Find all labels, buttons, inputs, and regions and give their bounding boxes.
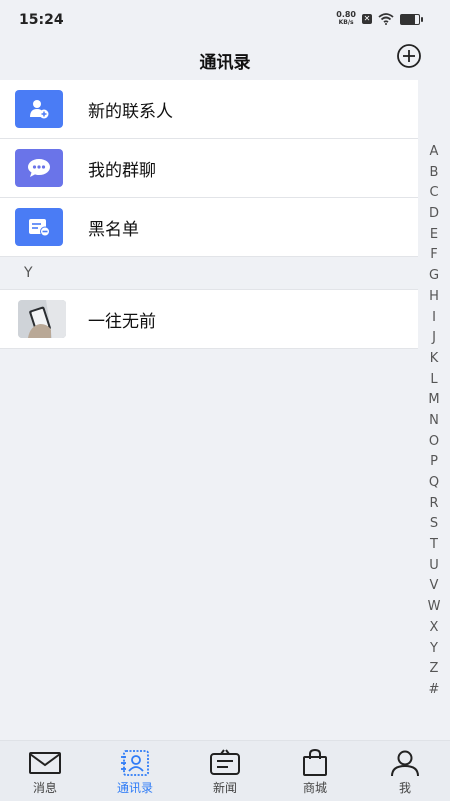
tab-me-label: 我 xyxy=(398,781,411,795)
tab-contacts-label: 通讯录 xyxy=(116,781,153,795)
alphabet-index-letter[interactable]: G xyxy=(429,266,439,287)
alphabet-index-letter[interactable]: J xyxy=(432,328,436,349)
alphabet-index-letter[interactable]: L xyxy=(430,370,437,391)
alphabet-index-letter[interactable]: N xyxy=(429,411,439,432)
page-title: 通讯录 xyxy=(199,53,251,73)
alphabet-index-letter[interactable]: X xyxy=(430,618,439,639)
alphabet-index[interactable]: A B C D E F G H I J K L M N O P Q R S T U V W X Y Z # xyxy=(424,142,444,701)
wifi-icon xyxy=(378,13,394,25)
new-contacts-item[interactable]: 新的联系人 xyxy=(0,80,418,139)
status-time: 15:24 xyxy=(19,12,64,28)
alphabet-index-letter[interactable]: U xyxy=(429,556,439,577)
tab-contacts[interactable]: 通讯录 xyxy=(90,741,180,801)
contact-row[interactable]: 一往无前 xyxy=(0,290,418,349)
my-group-chats-item[interactable]: 我的群聊 xyxy=(0,139,418,198)
header: 通讯录 xyxy=(0,40,450,80)
alphabet-index-letter[interactable]: T xyxy=(430,535,438,556)
envelope-icon xyxy=(29,752,61,774)
contact-name: 一往无前 xyxy=(88,311,156,332)
tab-news-label: 新闻 xyxy=(212,781,237,795)
tab-messages[interactable]: 消息 xyxy=(0,741,90,801)
section-header-y: Y xyxy=(0,257,418,290)
alphabet-index-letter[interactable]: S xyxy=(430,514,438,535)
alphabet-index-letter[interactable]: V xyxy=(430,576,439,597)
network-speed: 0.80 KB/s xyxy=(336,11,356,27)
contact-avatar xyxy=(18,300,66,338)
alphabet-index-letter[interactable]: P xyxy=(430,452,438,473)
blacklist-item[interactable]: 黑名单 xyxy=(0,198,418,257)
alphabet-index-letter[interactable]: K xyxy=(430,349,439,370)
alphabet-index-letter[interactable]: H xyxy=(429,287,439,308)
alphabet-index-letter[interactable]: M xyxy=(428,390,439,411)
status-icons: 0.80 KB/s ✕ xyxy=(336,9,423,29)
contacts-icon xyxy=(121,750,149,776)
alphabet-index-letter[interactable]: # xyxy=(429,680,440,701)
blacklist-label: 黑名单 xyxy=(88,219,139,240)
alphabet-index-letter[interactable]: F xyxy=(430,245,437,266)
tab-bar: 消息 通讯录 新闻 商城 我 xyxy=(0,740,450,801)
alphabet-index-letter[interactable]: B xyxy=(430,163,439,184)
alphabet-index-letter[interactable]: C xyxy=(429,183,438,204)
battery-fill xyxy=(401,14,415,24)
contacts-list: 新的联系人 我的群聊 黑名单 Y 一往无前 xyxy=(0,80,418,349)
blacklist-card-icon xyxy=(15,208,63,246)
alphabet-index-letter[interactable]: E xyxy=(430,225,438,246)
alphabet-index-letter[interactable]: R xyxy=(429,494,438,515)
network-speed-value: 0.80 xyxy=(336,10,356,19)
plus-circle-icon[interactable] xyxy=(396,43,422,69)
my-group-chats-label: 我的群聊 xyxy=(88,160,156,181)
no-sim-icon: ✕ xyxy=(362,14,372,24)
alphabet-index-letter[interactable]: Z xyxy=(430,659,439,680)
tab-store-label: 商城 xyxy=(302,781,327,795)
tab-messages-label: 消息 xyxy=(32,781,57,795)
news-icon xyxy=(210,749,240,775)
alphabet-index-letter[interactable]: O xyxy=(429,432,439,453)
chat-bubble-icon xyxy=(15,149,63,187)
network-speed-unit: KB/s xyxy=(338,19,354,26)
new-contacts-label: 新的联系人 xyxy=(88,101,173,122)
tab-news[interactable]: 新闻 xyxy=(180,741,270,801)
alphabet-index-letter[interactable]: Q xyxy=(429,473,439,494)
shopping-bag-icon xyxy=(303,749,327,776)
alphabet-index-letter[interactable]: W xyxy=(428,597,441,618)
alphabet-index-letter[interactable]: A xyxy=(430,142,439,163)
alphabet-index-letter[interactable]: Y xyxy=(430,639,438,660)
battery-icon xyxy=(400,13,423,25)
tab-me[interactable]: 我 xyxy=(360,741,450,801)
alphabet-index-letter[interactable]: I xyxy=(432,308,436,329)
tab-store[interactable]: 商城 xyxy=(270,741,360,801)
add-user-icon xyxy=(15,90,63,128)
profile-icon xyxy=(391,750,419,777)
status-bar: 15:24 0.80 KB/s ✕ xyxy=(0,0,450,40)
alphabet-index-letter[interactable]: D xyxy=(429,204,439,225)
